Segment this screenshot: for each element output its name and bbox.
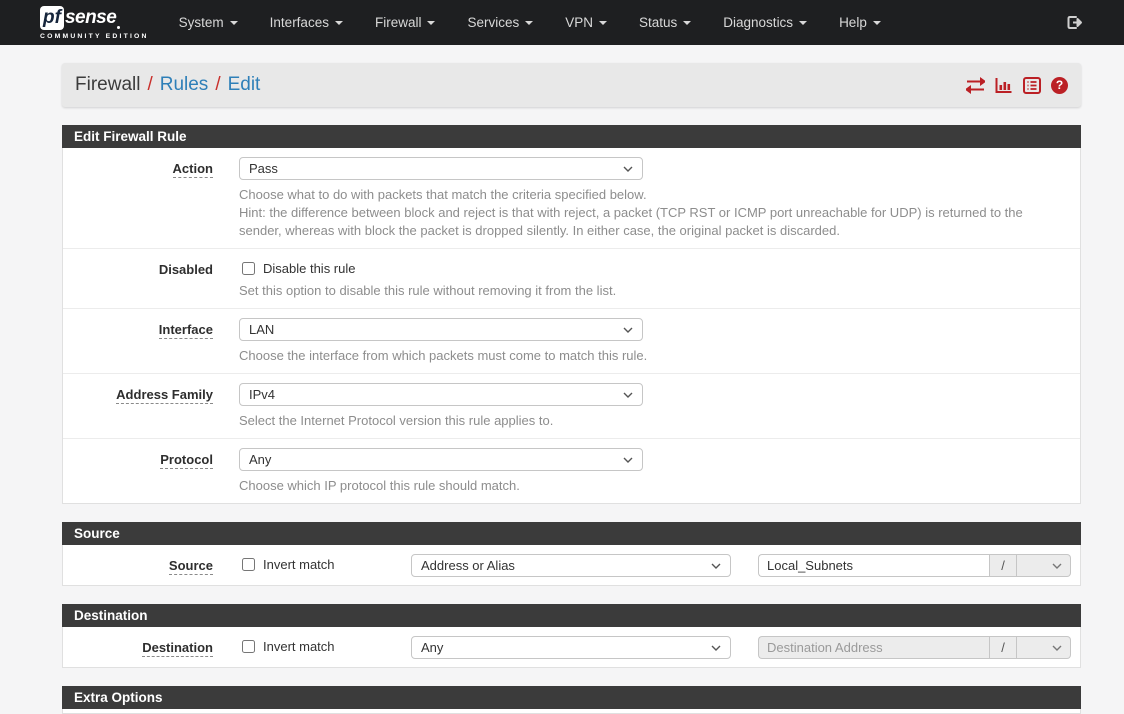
page-header-icons: ? bbox=[966, 77, 1068, 94]
mask-separator: / bbox=[989, 636, 1017, 659]
protocol-select-value: Any bbox=[249, 452, 271, 467]
row-action: Action Pass Choose what to do with packe… bbox=[63, 148, 1080, 249]
source-label: Source bbox=[63, 554, 239, 577]
nav-menu: System Interfaces Firewall Services VPN … bbox=[163, 0, 897, 45]
source-type-select[interactable]: Address or Alias bbox=[411, 554, 731, 577]
caret-down-icon bbox=[335, 21, 343, 25]
top-navbar: pf sense COMMUNITY EDITION System Interf… bbox=[0, 0, 1124, 45]
nav-item-diagnostics[interactable]: Diagnostics bbox=[707, 0, 823, 45]
row-address-family: Address Family IPv4 Select the Internet … bbox=[63, 374, 1080, 439]
nav-item-interfaces[interactable]: Interfaces bbox=[254, 0, 359, 45]
panel-destination: Destination Destination Invert match Any bbox=[62, 604, 1081, 668]
protocol-label: Protocol bbox=[63, 448, 239, 495]
panel-title: Extra Options bbox=[62, 686, 1081, 709]
destination-invert-checkbox[interactable] bbox=[242, 640, 255, 653]
address-family-help: Select the Internet Protocol version thi… bbox=[239, 412, 1049, 430]
caret-down-icon bbox=[230, 21, 238, 25]
panel-title: Destination bbox=[62, 604, 1081, 627]
caret-down-icon bbox=[599, 21, 607, 25]
breadcrumb-separator: / bbox=[147, 74, 152, 96]
action-help: Choose what to do with packets that matc… bbox=[239, 186, 1049, 240]
breadcrumb-link-rules[interactable]: Rules bbox=[160, 74, 209, 96]
source-type-value: Address or Alias bbox=[421, 558, 515, 573]
caret-down-icon bbox=[873, 21, 881, 25]
log-list-icon[interactable] bbox=[1023, 77, 1041, 94]
row-interface: Interface LAN Choose the interface from … bbox=[63, 309, 1080, 374]
nav-item-system[interactable]: System bbox=[163, 0, 254, 45]
breadcrumb: Firewall / Rules / Edit bbox=[75, 74, 260, 96]
source-invert-checkbox[interactable] bbox=[242, 558, 255, 571]
protocol-select[interactable]: Any bbox=[239, 448, 643, 471]
mask-separator: / bbox=[989, 554, 1017, 577]
chevron-down-icon bbox=[623, 166, 633, 172]
panel-source: Source Source Invert match Address or Al… bbox=[62, 522, 1081, 586]
address-family-label: Address Family bbox=[63, 383, 239, 430]
destination-type-value: Any bbox=[421, 640, 443, 655]
sign-out-icon[interactable] bbox=[1065, 13, 1084, 32]
pfsense-logo[interactable]: pf sense COMMUNITY EDITION bbox=[40, 6, 149, 40]
chevron-down-icon bbox=[623, 392, 633, 398]
action-select-value: Pass bbox=[249, 161, 278, 176]
breadcrumb-separator: / bbox=[215, 74, 220, 96]
source-address-input[interactable] bbox=[758, 554, 989, 577]
interface-select[interactable]: LAN bbox=[239, 318, 643, 341]
destination-mask-select[interactable] bbox=[1017, 636, 1071, 659]
chevron-down-icon bbox=[1052, 645, 1062, 651]
breadcrumb-link-edit[interactable]: Edit bbox=[228, 74, 261, 96]
destination-label: Destination bbox=[63, 636, 239, 659]
chevron-down-icon bbox=[1052, 563, 1062, 569]
disabled-label: Disabled bbox=[63, 258, 239, 300]
protocol-help: Choose which IP protocol this rule shoul… bbox=[239, 477, 1049, 495]
interface-help: Choose the interface from which packets … bbox=[239, 347, 1049, 365]
sliders-icon[interactable] bbox=[966, 77, 985, 94]
nav-item-firewall[interactable]: Firewall bbox=[359, 0, 452, 45]
help-icon[interactable]: ? bbox=[1051, 77, 1068, 94]
row-disabled: Disabled Disable this rule Set this opti… bbox=[63, 249, 1080, 309]
disabled-help: Set this option to disable this rule wit… bbox=[239, 282, 1049, 300]
chevron-down-icon bbox=[623, 327, 633, 333]
row-protocol: Protocol Any Choose which IP protocol th… bbox=[63, 439, 1080, 503]
chevron-down-icon bbox=[711, 645, 721, 651]
nav-item-status[interactable]: Status bbox=[623, 0, 707, 45]
caret-down-icon bbox=[525, 21, 533, 25]
interface-select-value: LAN bbox=[249, 322, 274, 337]
panel-title: Source bbox=[62, 522, 1081, 545]
caret-down-icon bbox=[683, 21, 691, 25]
source-invert-label[interactable]: Invert match bbox=[263, 557, 335, 572]
disable-rule-checkbox[interactable] bbox=[242, 262, 255, 275]
nav-item-help[interactable]: Help bbox=[823, 0, 897, 45]
caret-down-icon bbox=[427, 21, 435, 25]
action-select[interactable]: Pass bbox=[239, 157, 643, 180]
source-mask-select[interactable] bbox=[1017, 554, 1071, 577]
row-source: Source Invert match Address or Alias / bbox=[63, 545, 1080, 585]
panel-title: Edit Firewall Rule bbox=[62, 125, 1081, 148]
logo-edition: COMMUNITY EDITION bbox=[40, 33, 149, 40]
chart-icon[interactable] bbox=[995, 77, 1013, 94]
panel-edit-firewall-rule: Edit Firewall Rule Action Pass Choose wh… bbox=[62, 125, 1081, 504]
destination-address-input[interactable] bbox=[758, 636, 989, 659]
disable-rule-checkbox-label[interactable]: Disable this rule bbox=[263, 261, 356, 276]
breadcrumb-section: Firewall bbox=[75, 74, 140, 96]
logo-sense: sense bbox=[65, 8, 116, 27]
panel-extra-options: Extra Options bbox=[62, 686, 1081, 714]
registered-mark bbox=[117, 26, 120, 29]
chevron-down-icon bbox=[711, 563, 721, 569]
nav-item-vpn[interactable]: VPN bbox=[549, 0, 623, 45]
logo-pf: pf bbox=[40, 6, 64, 30]
interface-label: Interface bbox=[63, 318, 239, 365]
chevron-down-icon bbox=[623, 457, 633, 463]
address-family-select[interactable]: IPv4 bbox=[239, 383, 643, 406]
action-label: Action bbox=[63, 157, 239, 240]
row-destination: Destination Invert match Any / bbox=[63, 627, 1080, 667]
destination-invert-label[interactable]: Invert match bbox=[263, 639, 335, 654]
caret-down-icon bbox=[799, 21, 807, 25]
destination-type-select[interactable]: Any bbox=[411, 636, 731, 659]
nav-item-services[interactable]: Services bbox=[451, 0, 549, 45]
address-family-select-value: IPv4 bbox=[249, 387, 275, 402]
breadcrumb-bar: Firewall / Rules / Edit bbox=[62, 63, 1081, 107]
